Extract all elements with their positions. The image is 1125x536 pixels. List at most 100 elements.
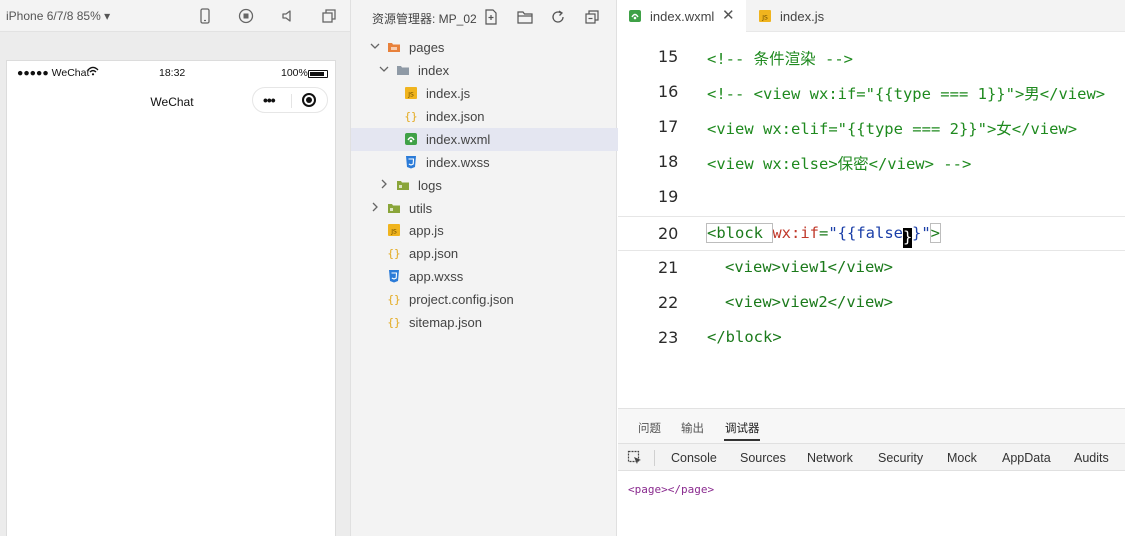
code-line[interactable]: 16 <!-- <view wx:if="{{type === 1}}">男</… <box>618 75 1125 110</box>
svg-text:{}: {} <box>404 110 417 123</box>
tree-file-index-json[interactable]: {} index.json <box>351 105 618 128</box>
tab-index-wxml[interactable]: index.wxml ✕ <box>618 0 746 32</box>
line-number: 23 <box>658 328 679 347</box>
tab-mock[interactable]: Mock <box>947 451 977 465</box>
carrier-label: ●●●●● WeChat <box>17 67 90 79</box>
tree-folder-utils[interactable]: utils <box>351 197 618 220</box>
tab-network[interactable]: Network <box>807 451 853 465</box>
phone-icon[interactable] <box>197 8 213 24</box>
volume-icon[interactable] <box>280 8 296 24</box>
code-text: <view>view2</view> <box>725 293 893 311</box>
tab-console[interactable]: Console <box>671 451 717 465</box>
json-file-icon: {} <box>387 315 401 329</box>
phone-screen[interactable]: ●●●●● WeChat 18:32 100% WeChat ••• <box>6 60 336 536</box>
wxss-file-icon <box>404 155 418 169</box>
code-line[interactable]: 23 </block> <box>618 321 1125 356</box>
stop-record-icon[interactable] <box>238 8 254 24</box>
new-file-icon[interactable] <box>483 9 499 25</box>
tab-index-js[interactable]: JS index.js <box>748 0 866 32</box>
tree-file-app-wxss[interactable]: app.wxss <box>351 265 618 288</box>
tab-security[interactable]: Security <box>878 451 923 465</box>
code-text: <block wx:if="{{false}}"> <box>705 223 942 248</box>
code-line[interactable]: 21 <view>view1</view> <box>618 251 1125 286</box>
line-number: 16 <box>658 82 679 101</box>
tree-item-label: app.json <box>409 246 459 261</box>
code-token-value: "{{false <box>828 224 903 242</box>
svg-text:{}: {} <box>387 316 400 329</box>
svg-text:{}: {} <box>387 293 400 306</box>
chevron-right-icon[interactable] <box>369 201 381 213</box>
tree-file-index-js[interactable]: JS index.js <box>351 82 618 105</box>
tab-output[interactable]: 输出 <box>681 420 704 436</box>
tab-label: index.wxml <box>650 9 715 24</box>
close-icon[interactable]: ✕ <box>722 6 735 24</box>
explorer-header: 资源管理器: MP_02 <box>351 0 618 34</box>
tree-folder-logs[interactable]: logs <box>351 174 618 197</box>
code-text: <view wx:elif="{{type === 2}}">女</view> <box>707 120 1078 138</box>
code-line[interactable]: 18 <view wx:else>保密</view> --> <box>618 145 1125 180</box>
detach-window-icon[interactable] <box>321 8 337 24</box>
wxml-tree-output[interactable]: <page></page> <box>628 483 714 496</box>
chevron-down-icon[interactable] <box>369 40 381 52</box>
code-line[interactable]: 17 <view wx:elif="{{type === 2}}">女</vie… <box>618 110 1125 145</box>
js-file-icon: JS <box>404 86 418 100</box>
tree-folder-pages[interactable]: pages <box>351 36 618 59</box>
wxml-file-icon <box>628 9 642 23</box>
refresh-icon[interactable] <box>550 9 566 25</box>
new-folder-icon[interactable] <box>517 9 533 25</box>
tab-appdata[interactable]: AppData <box>1002 451 1051 465</box>
devtools-tab-bar: Console Sources Network Security Mock Ap… <box>618 443 1125 471</box>
code-line-current[interactable]: 20 <block wx:if="{{false}}"> <box>618 216 1125 251</box>
code-line[interactable]: 15 <!-- 条件渲染 --> <box>618 40 1125 75</box>
tree-file-app-js[interactable]: JS app.js <box>351 219 618 242</box>
tab-problems[interactable]: 问题 <box>638 420 661 436</box>
menu-capsule[interactable]: ••• <box>252 87 328 113</box>
code-line[interactable]: 22 <view>view2</view> <box>618 286 1125 321</box>
folder-icon <box>396 178 410 192</box>
tree-file-app-json[interactable]: {} app.json <box>351 242 618 265</box>
close-target-icon[interactable] <box>302 93 316 107</box>
line-number: 17 <box>658 117 679 136</box>
code-text: <view wx:else>保密</view> --> <box>707 155 972 173</box>
line-number: 18 <box>658 152 679 171</box>
device-select[interactable]: iPhone 6/7/8 85% ▾ <box>6 9 110 23</box>
explorer-title: 资源管理器: MP_02 <box>372 12 477 26</box>
tree-item-label: app.wxss <box>409 269 464 284</box>
tab-sources[interactable]: Sources <box>740 451 786 465</box>
tree-item-label: index.wxss <box>426 155 490 170</box>
battery-percent: 100% <box>281 67 308 79</box>
tree-item-label: sitemap.json <box>409 315 482 330</box>
editor-tab-bar: index.wxml ✕ JS index.js <box>618 0 1125 32</box>
tree-item-label: index.js <box>426 86 471 101</box>
file-explorer: 资源管理器: MP_02 pages index JS index.js {} … <box>350 0 618 536</box>
tree-item-label: utils <box>409 201 433 216</box>
code-token-tag: <block <box>705 223 774 243</box>
simulator-panel: iPhone 6/7/8 85% ▾ ●●●●● WeChat 18:32 10… <box>0 0 350 536</box>
chevron-down-icon[interactable] <box>378 63 390 75</box>
tree-item-label: index <box>418 63 450 78</box>
js-file-icon: JS <box>387 223 401 237</box>
tree-file-sitemap-json[interactable]: {} sitemap.json <box>351 311 618 334</box>
text-cursor: } <box>903 228 912 248</box>
tab-audits[interactable]: Audits <box>1074 451 1109 465</box>
code-text: <view>view1</view> <box>725 258 893 276</box>
tree-file-index-wxml[interactable]: index.wxml <box>351 128 618 151</box>
collapse-all-icon[interactable] <box>584 9 600 25</box>
line-number: 15 <box>658 47 679 66</box>
tree-file-index-wxss[interactable]: index.wxss <box>351 151 618 174</box>
line-number: 19 <box>658 187 679 206</box>
more-dots-icon[interactable]: ••• <box>263 92 276 108</box>
tree-folder-index[interactable]: index <box>351 59 618 82</box>
folder-open-icon <box>387 40 401 54</box>
chevron-right-icon[interactable] <box>378 178 390 190</box>
line-number: 21 <box>658 258 679 277</box>
code-editor: index.wxml ✕ JS index.js 15 <!-- 条件渲染 --… <box>618 0 1125 408</box>
inspect-element-icon[interactable] <box>627 450 643 466</box>
tab-debugger[interactable]: 调试器 <box>725 420 760 436</box>
wxml-file-icon <box>404 132 418 146</box>
cursor-char: } <box>903 228 913 246</box>
tree-file-project-config-json[interactable]: {} project.config.json <box>351 288 618 311</box>
battery-icon <box>308 70 328 78</box>
code-line[interactable]: 19 <box>618 180 1125 215</box>
ide-window: iPhone 6/7/8 85% ▾ ●●●●● WeChat 18:32 10… <box>0 0 1125 536</box>
